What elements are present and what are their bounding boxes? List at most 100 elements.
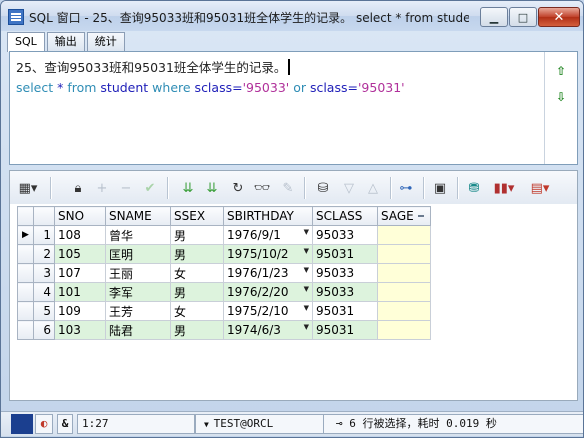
row-number[interactable]: 6	[33, 320, 55, 340]
row-number[interactable]: 5	[33, 301, 55, 321]
refresh-button[interactable]: ↻	[228, 179, 248, 197]
table-row[interactable]: ▶ 1 108 曾华男 ▼ 1976/9/1 95033	[17, 225, 431, 245]
cell-sname[interactable]: 李军	[105, 282, 171, 302]
date-picker-icon[interactable]: ▼	[298, 304, 309, 312]
cell-sno[interactable]: 101	[54, 282, 106, 302]
editor-mode-indicator[interactable]	[11, 414, 33, 434]
row-indicator[interactable]	[17, 301, 34, 321]
cell-ssex[interactable]: 女	[170, 263, 224, 283]
row-number[interactable]: 1	[33, 225, 55, 245]
cell-sno[interactable]: 105	[54, 244, 106, 264]
column-header[interactable]: SAGE	[377, 206, 431, 226]
connection-selector[interactable]: ▼ TEST@ORCL	[195, 414, 325, 434]
export-button[interactable]: ⛃	[464, 179, 484, 197]
table-row[interactable]: 3 107 王丽女 ▼ 1976/1/23 95033	[17, 263, 431, 283]
delete-record-button[interactable]: −	[116, 179, 136, 197]
cell-sclass[interactable]: 95033	[312, 263, 378, 283]
date-picker-icon[interactable]: ▼	[298, 285, 309, 293]
table-export-button[interactable]: ▤▾	[526, 179, 554, 197]
cell-sbirthday[interactable]: ▼ 1975/10/2	[223, 244, 313, 264]
link-detail-button[interactable]: ⊶	[396, 179, 416, 197]
sort-descending-button[interactable]: ▽	[339, 179, 359, 197]
column-header[interactable]: SNO	[54, 206, 106, 226]
chart-button[interactable]: ▮▮▾	[490, 179, 518, 197]
cell-ssex[interactable]: 女	[170, 301, 224, 321]
cell-sname[interactable]: 王丽	[105, 263, 171, 283]
cell-sno[interactable]: 103	[54, 320, 106, 340]
title-bar[interactable]: SQL 窗口 - 25、查询95033班和95031班全体学生的记录。 sele…	[1, 1, 583, 31]
table-row[interactable]: 4 101 李军男 ▼ 1976/2/20 95033	[17, 282, 431, 302]
cell-ssex[interactable]: 男	[170, 320, 224, 340]
table-row[interactable]: 2 105 匡明男 ▼ 1975/10/2 95031	[17, 244, 431, 264]
column-resize-handle[interactable]	[417, 215, 424, 217]
cell-sage[interactable]	[377, 301, 431, 321]
minimize-button[interactable]: ▁	[480, 7, 508, 27]
cell-ssex[interactable]: 男	[170, 244, 224, 264]
cell-sno[interactable]: 108	[54, 225, 106, 245]
row-indicator[interactable]	[17, 263, 34, 283]
sql-string: '95033'	[242, 80, 290, 95]
editor-content[interactable]: 25、查询95033班和95031班全体学生的记录。 select * from…	[16, 58, 405, 98]
row-number[interactable]: 2	[33, 244, 55, 264]
date-picker-icon[interactable]: ▼	[298, 247, 309, 255]
sql-editor[interactable]: 25、查询95033班和95031班全体学生的记录。 select * from…	[9, 51, 578, 165]
cell-sclass[interactable]: 95031	[312, 301, 378, 321]
previous-statement-button[interactable]: ⇧	[554, 64, 568, 78]
query-by-example-button[interactable]: ⛁	[313, 179, 333, 197]
cell-sname[interactable]: 陆君	[105, 320, 171, 340]
sort-ascending-button[interactable]: △	[363, 179, 383, 197]
fetch-last-page-button[interactable]: ⇊	[202, 179, 222, 197]
date-picker-icon[interactable]: ▼	[298, 266, 309, 274]
clear-button[interactable]: ✎	[278, 179, 298, 197]
tab-statistics[interactable]: 统计	[86, 32, 125, 51]
cell-ssex[interactable]: 男	[170, 225, 224, 245]
cell-sage[interactable]	[377, 320, 431, 340]
cell-sclass[interactable]: 95033	[312, 282, 378, 302]
column-header[interactable]: SBIRTHDAY	[223, 206, 313, 226]
save-button[interactable]: ▣	[430, 179, 450, 197]
double-chevron-down-bar-icon: ⇊	[206, 180, 218, 196]
cell-sage[interactable]	[377, 225, 431, 245]
next-statement-button[interactable]: ⇩	[554, 90, 568, 104]
cell-sbirthday[interactable]: ▼ 1974/6/3	[223, 320, 313, 340]
fetch-next-page-button[interactable]: ⇊	[178, 179, 198, 197]
table-row[interactable]: 6 103 陆君男 ▼ 1974/6/3 95031	[17, 320, 431, 340]
cell-sno[interactable]: 107	[54, 263, 106, 283]
date-picker-icon[interactable]: ▼	[298, 228, 309, 236]
find-button[interactable]: 👓︎	[252, 179, 272, 197]
column-header[interactable]: SCLASS	[312, 206, 378, 226]
column-header[interactable]: SSEX	[170, 206, 224, 226]
lock-button[interactable]: 🔒︎	[68, 179, 88, 197]
close-button[interactable]: ✕	[538, 7, 580, 27]
post-changes-button[interactable]: ✔	[140, 179, 160, 197]
grid-view-button[interactable]: ▦▾	[14, 179, 42, 197]
row-indicator[interactable]	[17, 244, 34, 264]
row-number[interactable]: 3	[33, 263, 55, 283]
insert-record-button[interactable]: +	[92, 179, 112, 197]
cell-ssex[interactable]: 男	[170, 282, 224, 302]
tab-output[interactable]: 输出	[46, 32, 85, 51]
cell-sname[interactable]: 曾华	[105, 225, 171, 245]
cell-sclass[interactable]: 95031	[312, 320, 378, 340]
tab-sql[interactable]: SQL	[7, 32, 45, 52]
cell-sbirthday[interactable]: ▼ 1976/9/1	[223, 225, 313, 245]
cell-sage[interactable]	[377, 244, 431, 264]
column-header[interactable]: SNAME	[105, 206, 171, 226]
maximize-button[interactable]: □	[509, 7, 537, 27]
table-row[interactable]: 5 109 王芳女 ▼ 1975/2/10 95031	[17, 301, 431, 321]
row-number[interactable]: 4	[33, 282, 55, 302]
cell-sage[interactable]	[377, 282, 431, 302]
row-indicator[interactable]: ▶	[17, 225, 34, 245]
cell-sclass[interactable]: 95033	[312, 225, 378, 245]
row-indicator[interactable]	[17, 282, 34, 302]
cell-sbirthday[interactable]: ▼ 1975/2/10	[223, 301, 313, 321]
date-picker-icon[interactable]: ▼	[298, 323, 309, 331]
cell-sbirthday[interactable]: ▼ 1976/1/23	[223, 263, 313, 283]
cell-sbirthday[interactable]: ▼ 1976/2/20	[223, 282, 313, 302]
cell-sname[interactable]: 匡明	[105, 244, 171, 264]
cell-sage[interactable]	[377, 263, 431, 283]
cell-sclass[interactable]: 95031	[312, 244, 378, 264]
cell-sno[interactable]: 109	[54, 301, 106, 321]
cell-sname[interactable]: 王芳	[105, 301, 171, 321]
row-indicator[interactable]	[17, 320, 34, 340]
